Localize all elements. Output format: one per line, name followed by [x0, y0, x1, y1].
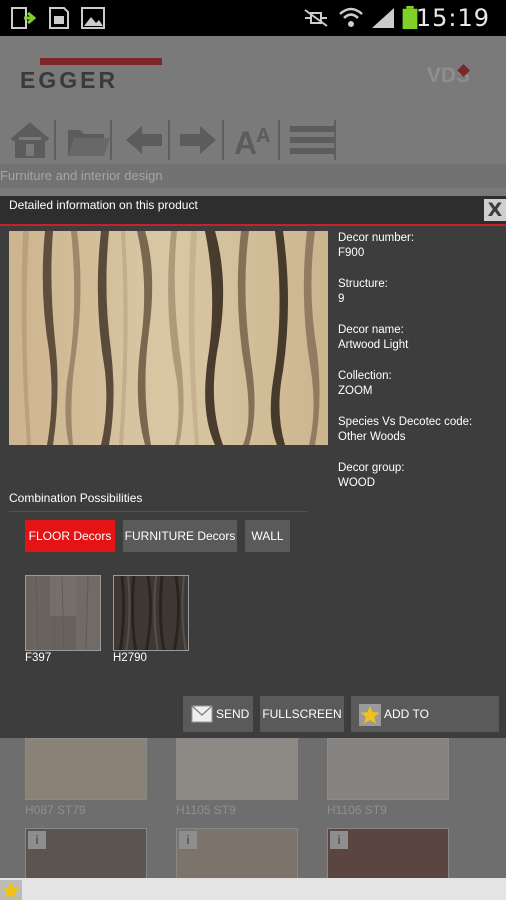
arrow-right-icon: [180, 126, 216, 154]
info-species: Species Vs Decotec code: Other Woods: [338, 415, 472, 445]
info-label: Collection:: [338, 370, 392, 382]
info-decor-group: Decor group: WOOD: [338, 461, 404, 491]
swatch-texture: [114, 576, 188, 650]
info-label: Species Vs Decotec code:: [338, 416, 473, 428]
swatch-f397[interactable]: [25, 575, 101, 651]
info-value: Other Woods: [338, 431, 406, 443]
swatch-label: H2790: [113, 652, 147, 664]
grid-tile-label: H087 ST79: [25, 803, 86, 817]
upload-icon: [11, 7, 36, 29]
favourites-shortcut[interactable]: [0, 880, 22, 900]
info-icon: i: [28, 831, 46, 849]
back-button[interactable]: [118, 120, 170, 160]
close-button[interactable]: X: [484, 199, 506, 221]
app-header: EGGER VDS A A Furniture and interior des…: [0, 36, 506, 196]
toolbar: A A: [0, 116, 350, 162]
arrow-left-icon: [126, 126, 162, 154]
signal-icon: [372, 8, 394, 28]
info-icon: i: [179, 831, 197, 849]
swatch-label: F397: [25, 652, 52, 664]
menu-button[interactable]: [284, 120, 336, 160]
grid-tile-label: H1106 ST9: [327, 803, 387, 817]
info-structure: Structure: 9: [338, 277, 388, 307]
info-label: Decor name:: [338, 324, 404, 336]
dialog-header: Detailed information on this product X: [0, 196, 506, 226]
folder-icon: [68, 130, 110, 156]
decor-grid: H087 ST79 H1105 ST9 H1106 ST9 i i i: [0, 738, 506, 888]
page-subtitle: Furniture and interior design: [0, 164, 506, 188]
send-button[interactable]: SEND: [183, 696, 253, 732]
fullscreen-button[interactable]: FULLSCREEN: [260, 696, 344, 732]
svg-text:A: A: [234, 125, 257, 158]
grid-tile[interactable]: [176, 738, 298, 800]
grid-tile[interactable]: [25, 738, 147, 800]
grid-tile-label: H1105 ST9: [176, 803, 236, 817]
combination-title: Combination Possibilities: [9, 491, 143, 505]
logo-bar: [40, 58, 162, 65]
logo-text: EGGER: [20, 67, 119, 93]
sd-card-icon: [49, 7, 69, 29]
info-label: Decor group:: [338, 462, 405, 474]
forward-button[interactable]: [172, 120, 224, 160]
dialog-title: Detailed information on this product: [9, 198, 198, 212]
decor-image[interactable]: [9, 231, 328, 445]
tab-furniture-decors[interactable]: FURNITURE Decors: [123, 520, 237, 552]
swatch-h2790[interactable]: [113, 575, 189, 651]
product-detail-dialog: Detailed information on this product X D…: [0, 196, 506, 757]
info-value: 9: [338, 293, 345, 305]
home-button[interactable]: [4, 120, 56, 160]
font-size-icon: A A: [234, 125, 270, 158]
image-icon: [81, 7, 105, 29]
status-bar: 15:19: [0, 0, 506, 36]
info-label: Structure:: [338, 278, 388, 290]
info-value: ZOOM: [338, 385, 373, 397]
wifi-icon: [339, 7, 363, 27]
tab-wall[interactable]: WALL: [245, 520, 290, 552]
info-label: Decor number:: [338, 232, 415, 244]
envelope-icon: [191, 705, 213, 723]
info-decor-name: Decor name: Artwood Light: [338, 323, 408, 353]
star-icon: [359, 704, 381, 726]
folder-button[interactable]: [60, 120, 112, 160]
mute-icon: [304, 9, 328, 27]
wood-texture: [9, 231, 328, 445]
svg-text:A: A: [256, 125, 270, 147]
send-label: SEND: [216, 707, 250, 721]
home-icon: [10, 122, 50, 158]
combination-divider: [9, 511, 307, 512]
info-collection: Collection: ZOOM: [338, 369, 392, 399]
clock: 15:19: [415, 4, 490, 32]
tab-floor-decors[interactable]: FLOOR Decors: [25, 520, 115, 552]
info-value: WOOD: [338, 477, 376, 489]
font-size-button[interactable]: A A: [228, 120, 280, 160]
add-to-favourites-button[interactable]: ADD TO FAVOURITES: [351, 696, 499, 757]
info-value: F900: [338, 247, 365, 259]
egger-logo: EGGER: [20, 58, 165, 94]
bottom-bar: [0, 878, 506, 900]
grid-tile[interactable]: [327, 738, 449, 800]
info-value: Artwood Light: [338, 339, 409, 351]
star-icon: [1, 881, 21, 899]
info-icon: i: [330, 831, 348, 849]
menu-icon: [290, 126, 334, 154]
info-decor-number: Decor number: F900: [338, 231, 414, 261]
swatch-texture: [26, 576, 100, 650]
